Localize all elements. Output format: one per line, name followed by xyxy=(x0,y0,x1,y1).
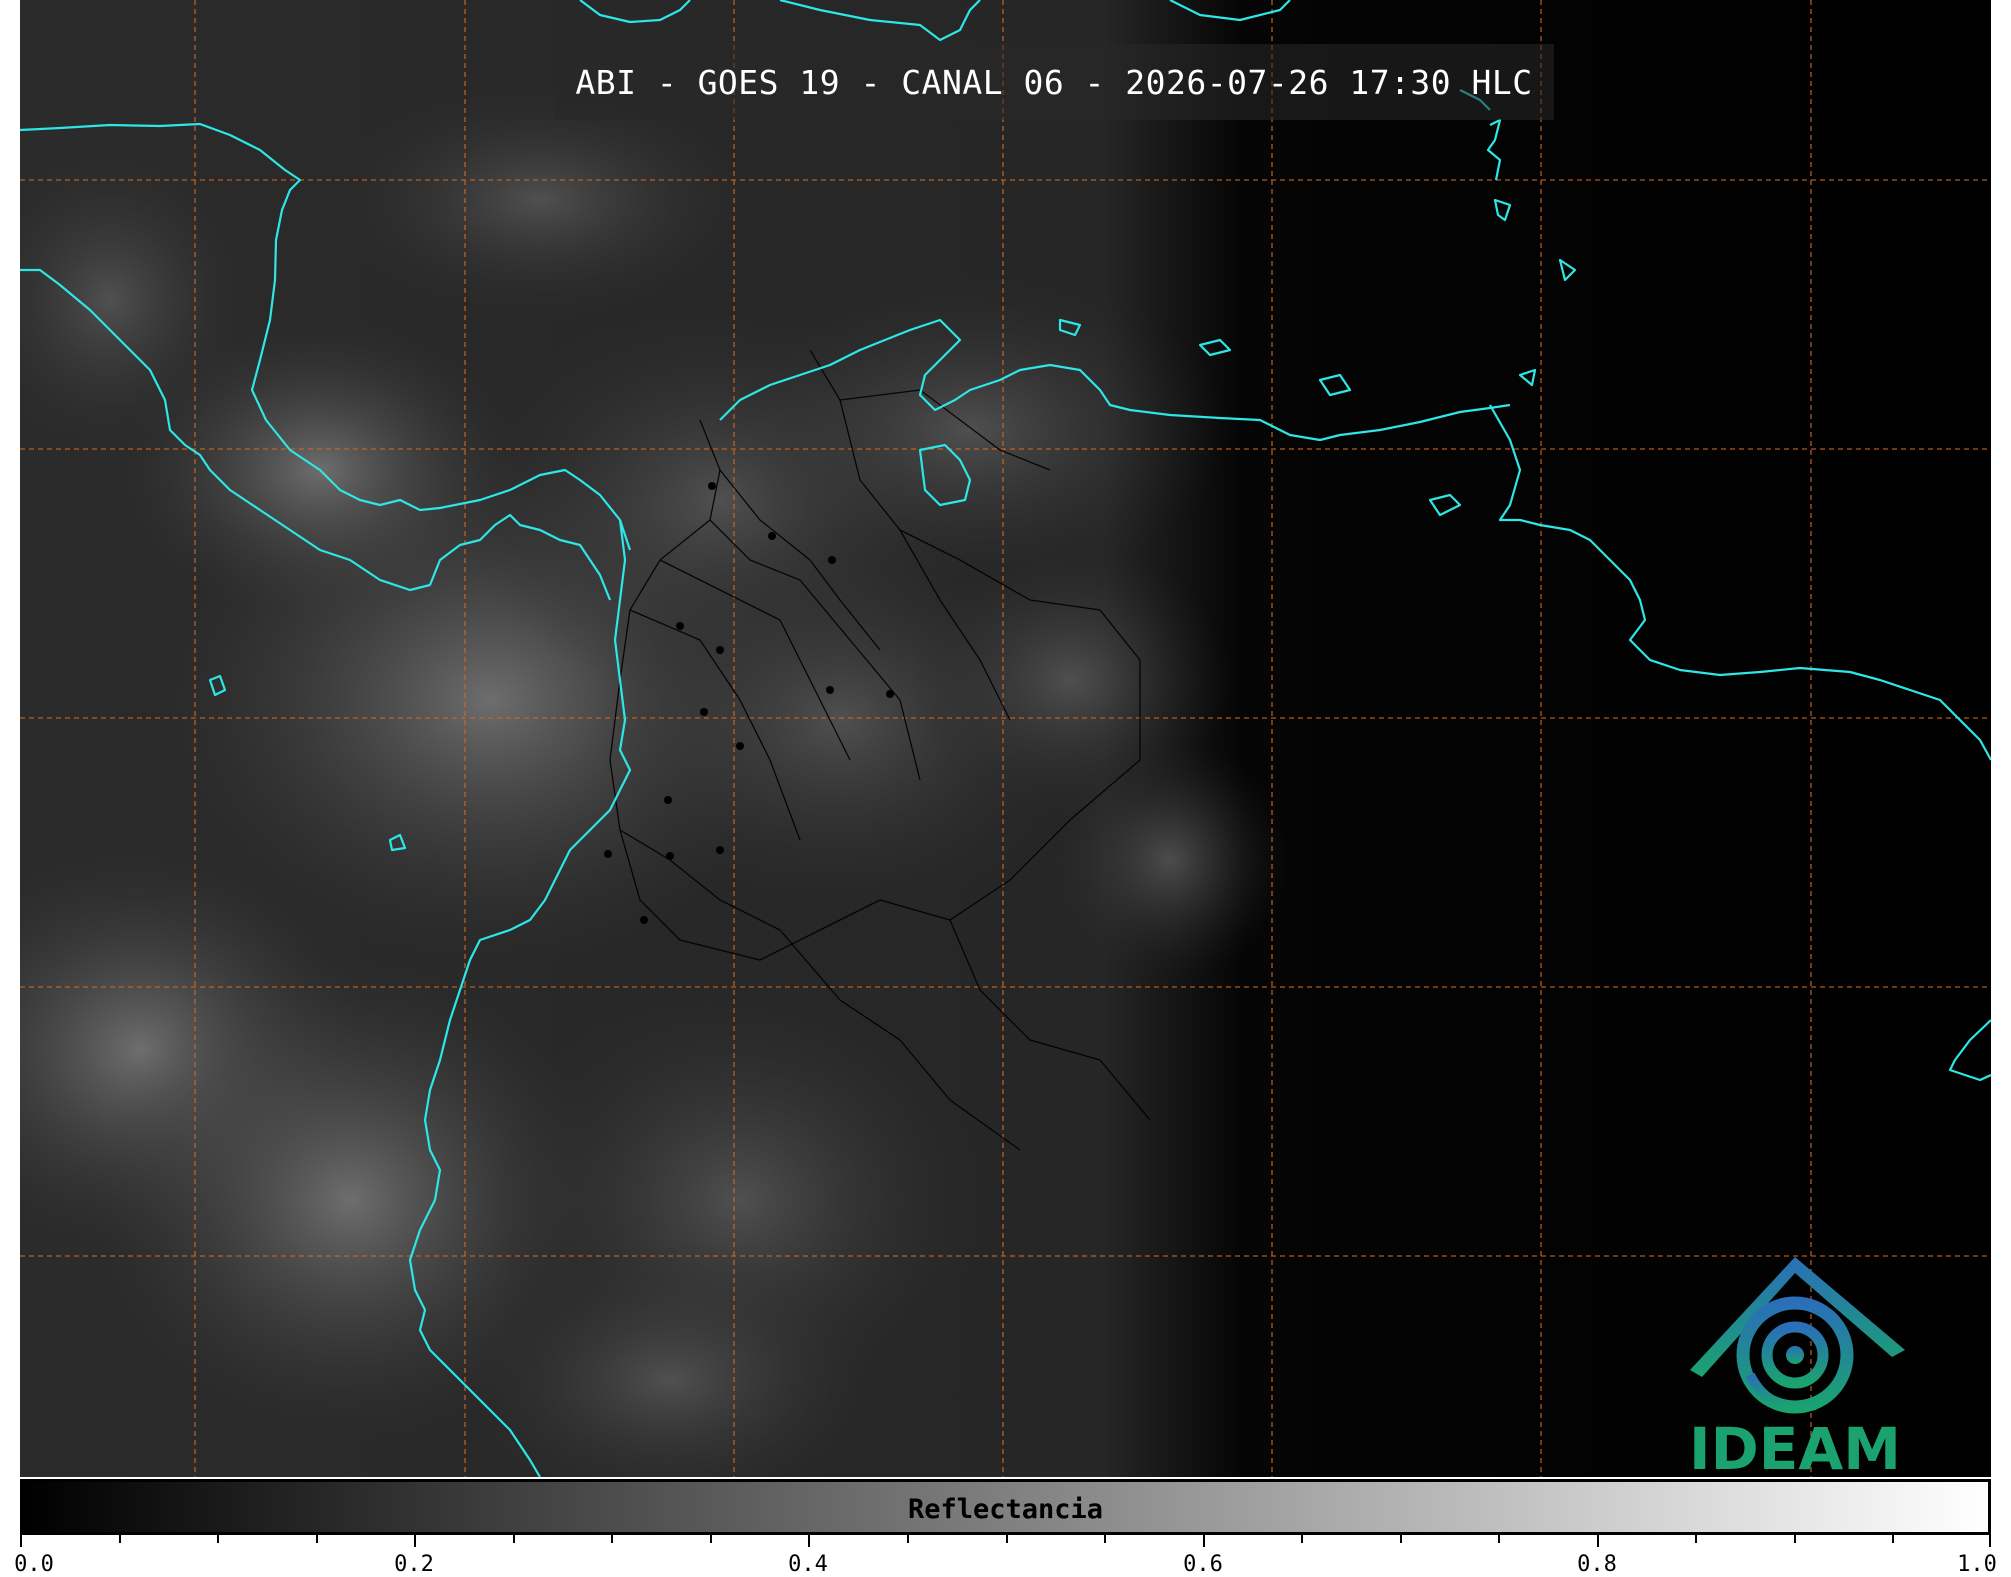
colorbar-minor-tick xyxy=(907,1535,909,1543)
colorbar-tick-label: 0.8 xyxy=(1577,1552,1617,1577)
colorbar-major-tick xyxy=(1203,1535,1205,1547)
colorbar-minor-tick xyxy=(1104,1535,1106,1543)
map-title-box: ABI - GOES 19 - CANAL 06 - 2026-07-26 17… xyxy=(554,44,1554,120)
colorbar-tick-label: 0.2 xyxy=(394,1552,434,1577)
colorbar-major-tick xyxy=(20,1535,22,1547)
colorbar-major-tick xyxy=(414,1535,416,1547)
colorbar-label: Reflectancia xyxy=(907,1494,1104,1525)
map-title: ABI - GOES 19 - CANAL 06 - 2026-07-26 17… xyxy=(575,62,1533,102)
colorbar-tick-label: 0.4 xyxy=(788,1552,828,1577)
ideam-logo: IDEAM xyxy=(1680,1255,1910,1477)
colorbar-minor-tick xyxy=(1006,1535,1008,1543)
colorbar-minor-tick xyxy=(316,1535,318,1543)
colorbar-minor-tick xyxy=(1892,1535,1894,1543)
colorbar-minor-tick xyxy=(1498,1535,1500,1543)
colorbar-minor-tick xyxy=(217,1535,219,1543)
colorbar: Reflectancia xyxy=(20,1479,1991,1535)
colorbar-minor-tick xyxy=(1301,1535,1303,1543)
ideam-spiral-logo-icon xyxy=(1690,1257,1905,1414)
colorbar-minor-tick xyxy=(710,1535,712,1543)
colorbar-tick-label: 1.0 xyxy=(1957,1552,1997,1577)
colorbar-major-tick xyxy=(1597,1535,1599,1547)
colorbar-tick-label: 0.6 xyxy=(1183,1552,1223,1577)
colorbar-minor-tick xyxy=(1794,1535,1796,1543)
colorbar-ticks: 0.0 0.2 0.4 0.6 0.8 1.0 xyxy=(14,1535,1997,1577)
colorbar-major-tick xyxy=(1989,1535,1991,1547)
colorbar-minor-tick xyxy=(119,1535,121,1543)
colorbar-tick-label: 0.0 xyxy=(14,1552,54,1577)
colorbar-major-tick xyxy=(808,1535,810,1547)
colorbar-minor-tick xyxy=(611,1535,613,1543)
satellite-map: ABI - GOES 19 - CANAL 06 - 2026-07-26 17… xyxy=(20,0,1991,1477)
logo-text: IDEAM xyxy=(1689,1415,1901,1477)
colorbar-minor-tick xyxy=(513,1535,515,1543)
colorbar-minor-tick xyxy=(1400,1535,1402,1543)
colorbar-minor-tick xyxy=(1695,1535,1697,1543)
